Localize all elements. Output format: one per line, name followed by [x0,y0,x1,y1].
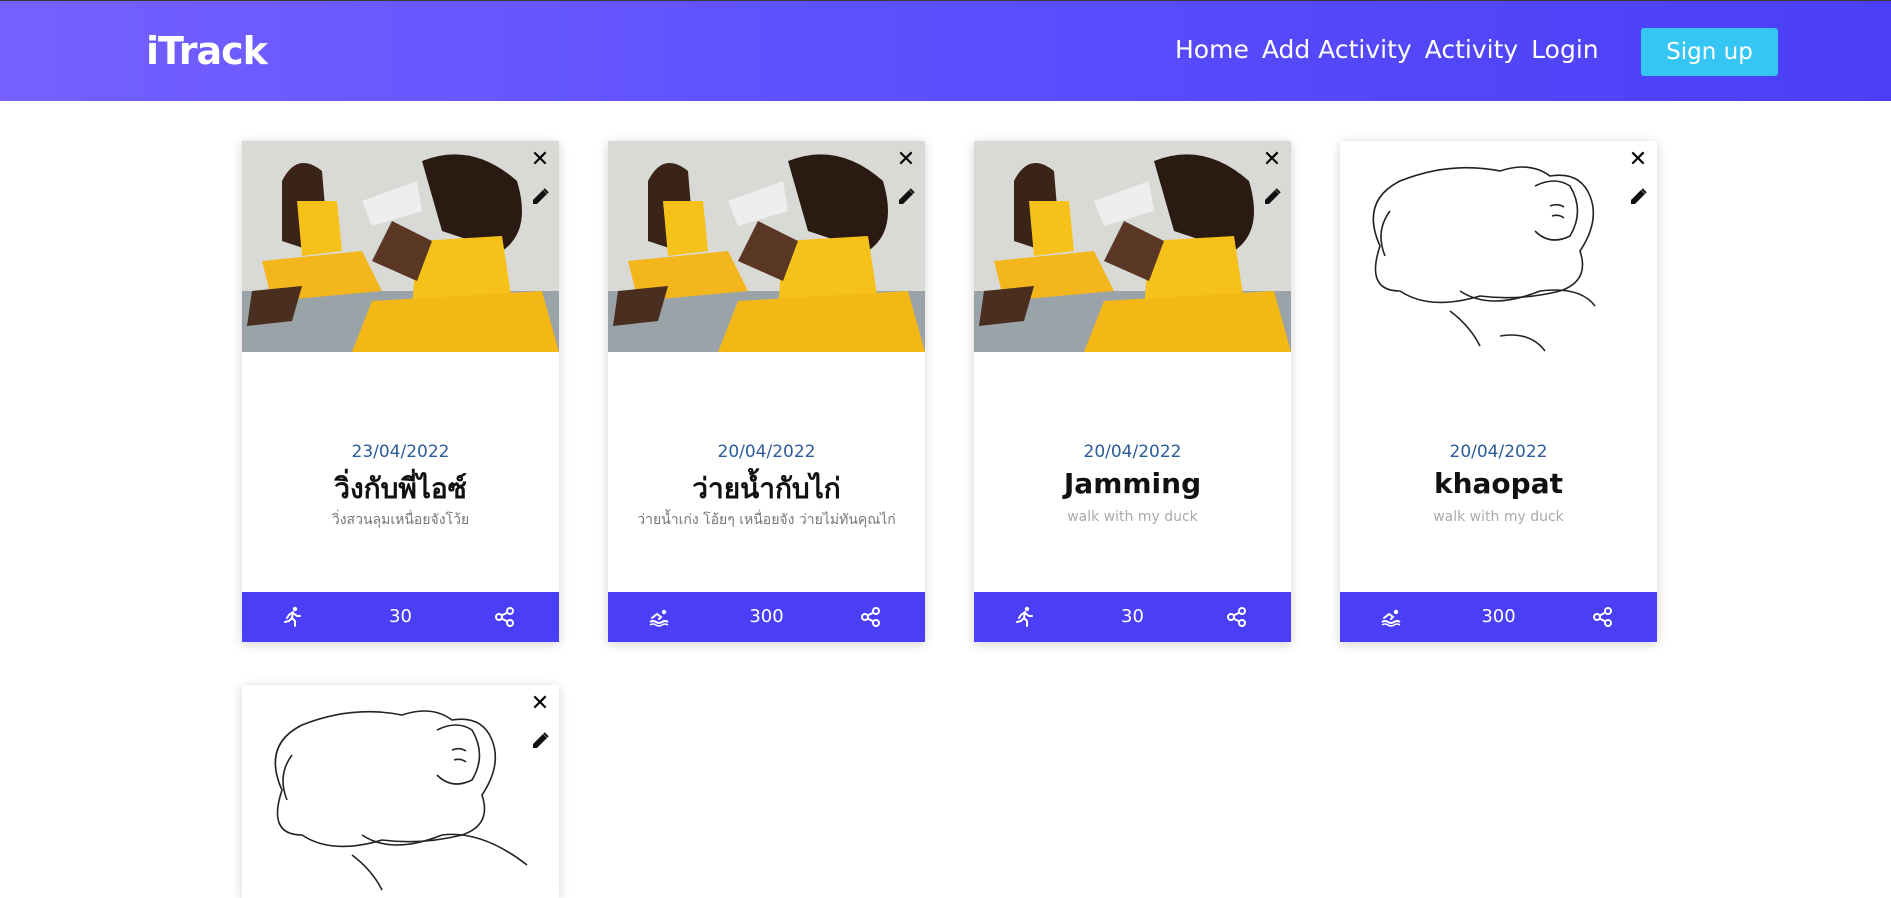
card-image [974,141,1291,352]
activity-description: ว่ายน้ำเก่ง โอ้ยๆ เหนื่อยจัง ว่ายไม่ทันค… [637,512,896,528]
delete-button[interactable]: ✕ [895,149,917,171]
activity-date: 20/04/2022 [717,442,816,462]
card-footer: 30 [974,592,1291,642]
share-icon[interactable] [860,606,882,628]
delete-button[interactable]: ✕ [1627,149,1649,171]
activity-title: Jamming [1063,467,1202,500]
card-footer: 300 [1340,592,1657,642]
edit-icon[interactable] [896,187,916,207]
activity-description: walk with my duck [1067,509,1198,525]
activity-card: ✕ 20/04/2022 khaopat walk with my duck 3… [1340,141,1657,642]
card-image [1340,141,1657,352]
activity-card: ✕ 20/04/2022 Jamming walk with my duck 3… [974,141,1291,642]
nav-links: Home Add Activity Activity Login [1175,35,1612,69]
activity-card: ✕ [242,685,559,898]
delete-button[interactable]: ✕ [1261,149,1283,171]
activity-description: วิ่งสวนลุมเหนื่อยจังโว้ย [331,512,470,528]
activity-card: ✕ 20/04/2022 ว่ายน้ำกับไก่ ว่ายน้ำเก่ง โ… [608,141,925,642]
activity-date: 23/04/2022 [351,442,450,462]
delete-button[interactable]: ✕ [529,149,551,171]
nav-activity-link[interactable]: Activity [1425,35,1519,69]
card-footer: 300 [608,592,925,642]
edit-icon[interactable] [530,187,550,207]
share-icon[interactable] [494,606,516,628]
nav-home-link[interactable]: Home [1175,35,1249,69]
card-image [608,141,925,352]
activity-title: ว่ายน้ำกับไก่ [692,472,841,505]
share-icon[interactable] [1592,606,1614,628]
brand-logo[interactable]: iTrack [146,29,268,73]
card-footer: 30 [242,592,559,642]
delete-button[interactable]: ✕ [529,693,551,715]
navbar: iTrack Home Add Activity Activity Login … [0,0,1891,101]
activity-date: 20/04/2022 [1083,442,1182,462]
activity-card: ✕ 23/04/2022 วิ่งกับพี่ไอซ์ วิ่งสวนลุมเห… [242,141,559,642]
edit-icon[interactable] [1628,187,1648,207]
activity-title: วิ่งกับพี่ไอซ์ [334,472,467,505]
activity-date: 20/04/2022 [1449,442,1548,462]
signup-button[interactable]: Sign up [1641,28,1778,76]
activity-description: walk with my duck [1433,509,1564,525]
edit-icon[interactable] [530,731,550,751]
share-icon[interactable] [1226,606,1248,628]
nav-add-activity-link[interactable]: Add Activity [1262,35,1412,69]
nav-login-link[interactable]: Login [1531,35,1598,69]
activity-title: khaopat [1433,467,1563,500]
edit-icon[interactable] [1262,187,1282,207]
card-image [242,141,559,352]
card-image [242,685,559,898]
